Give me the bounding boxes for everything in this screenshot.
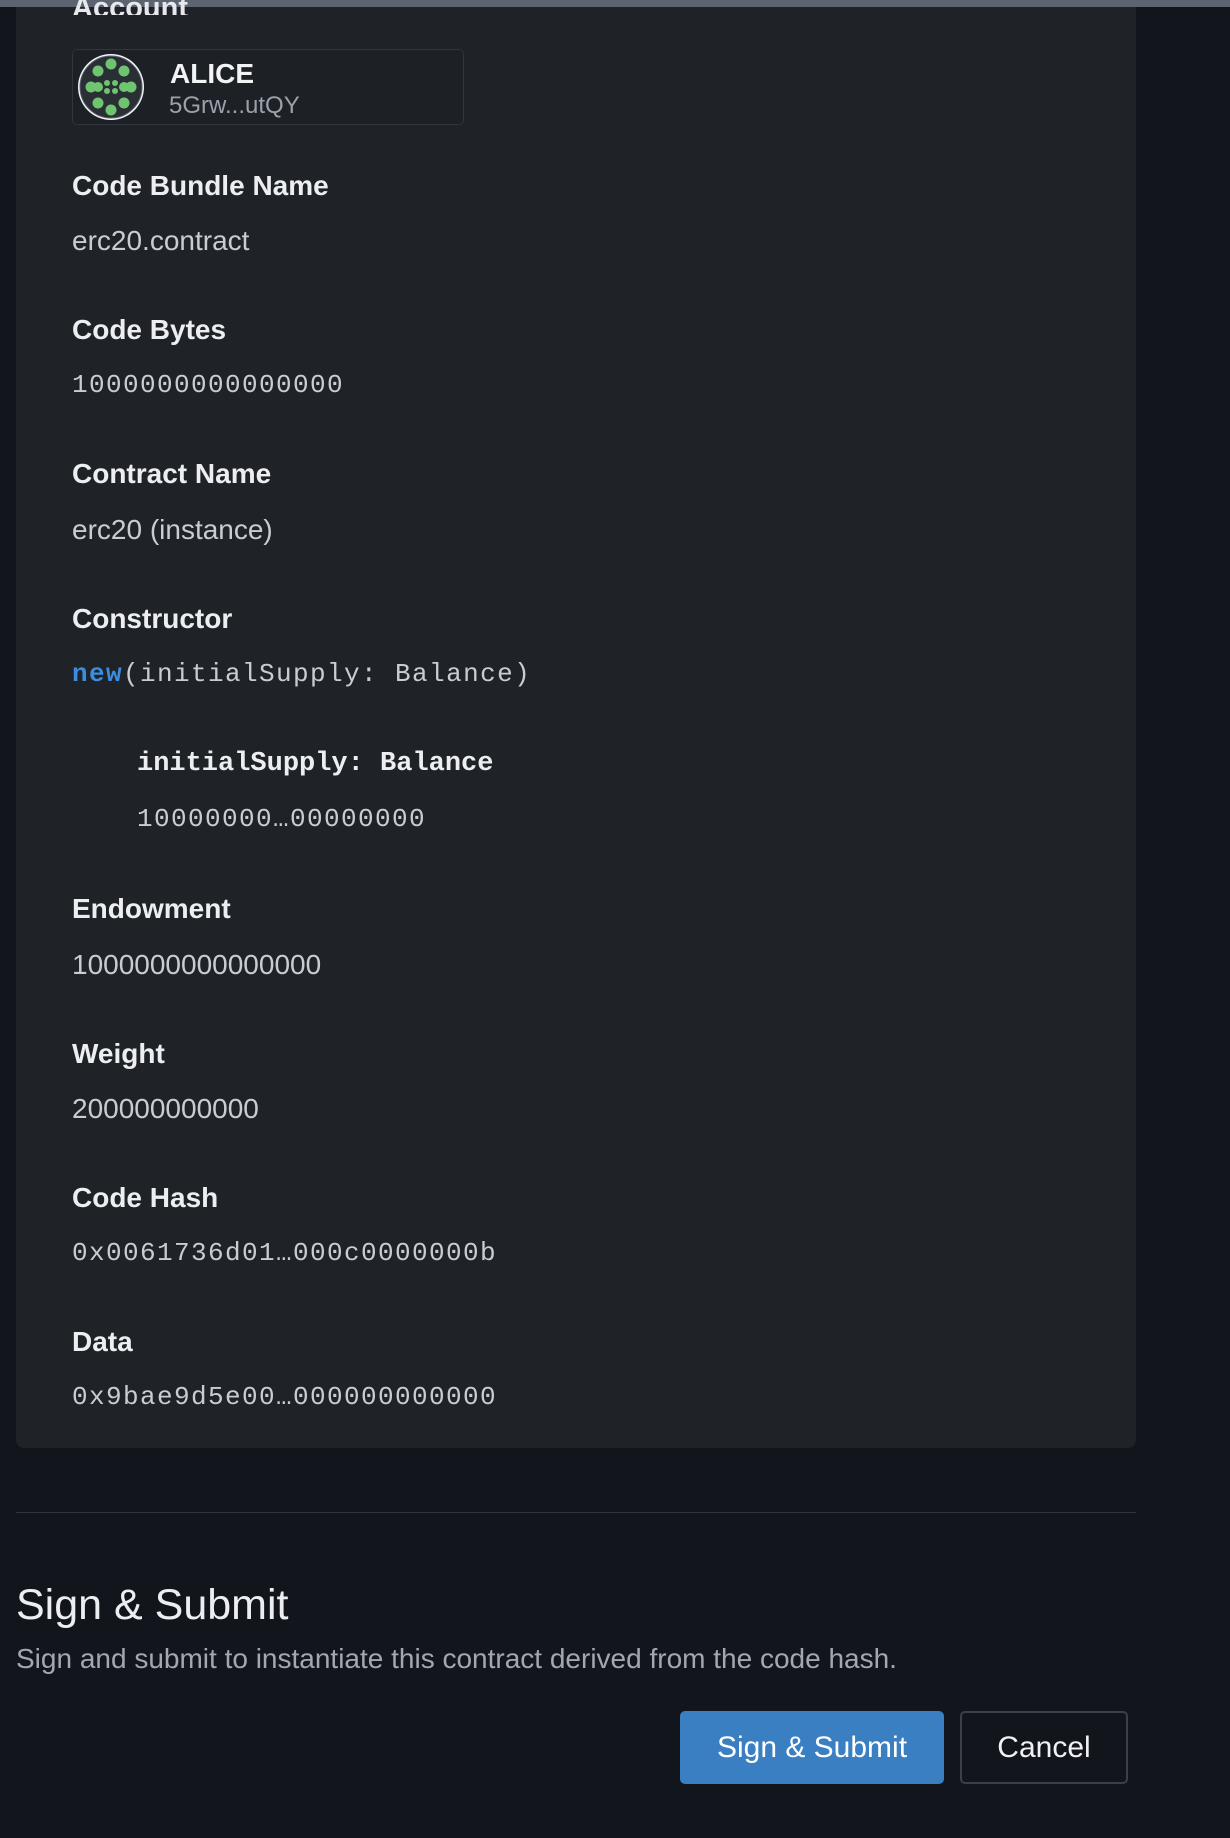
code-hash-label: Code Hash: [72, 1182, 219, 1213]
account-address: 5Grw...utQY: [169, 92, 300, 119]
constructor-keyword: new: [72, 659, 124, 689]
constructor-signature: new(initialSupply: Balance): [72, 659, 531, 689]
cancel-button[interactable]: Cancel: [960, 1711, 1128, 1784]
sign-submit-title: Sign & Submit: [16, 1581, 289, 1629]
constructor-arg-name: initialSupply: Balance: [137, 749, 494, 779]
code-bytes-label: Code Bytes: [72, 314, 227, 345]
constructor-params: (initialSupply: Balance): [123, 659, 532, 689]
section-divider: [16, 1512, 1136, 1513]
contract-name-value: erc20 (instance): [72, 514, 273, 545]
constructor-arg-value: 10000000…00000000: [137, 804, 427, 834]
code-bundle-name-value: erc20.contract: [72, 225, 250, 256]
constructor-label: Constructor: [72, 603, 233, 634]
code-bytes-value: 1000000000000000: [72, 370, 345, 400]
account-name: ALICE: [170, 58, 254, 89]
code-hash-value: 0x0061736d01…000c0000000b: [72, 1238, 498, 1268]
sign-submit-description: Sign and submit to instantiate this cont…: [16, 1643, 897, 1674]
contract-name-label: Contract Name: [72, 458, 272, 489]
account-heading: Account: [72, 0, 188, 15]
account-selector[interactable]: ALICE 5Grw...utQY: [72, 49, 464, 125]
weight-value: 200000000000: [72, 1093, 259, 1124]
data-label: Data: [72, 1326, 133, 1357]
code-bundle-name-label: Code Bundle Name: [72, 170, 329, 201]
identicon-icon: [76, 52, 146, 122]
endowment-label: Endowment: [72, 893, 231, 924]
sign-submit-button[interactable]: Sign & Submit: [680, 1711, 944, 1784]
endowment-value: 1000000000000000: [72, 949, 322, 980]
contract-details-card: Account ALICE 5Grw..: [16, 0, 1136, 1448]
data-value: 0x9bae9d5e00…000000000000: [72, 1382, 498, 1412]
weight-label: Weight: [72, 1038, 165, 1069]
